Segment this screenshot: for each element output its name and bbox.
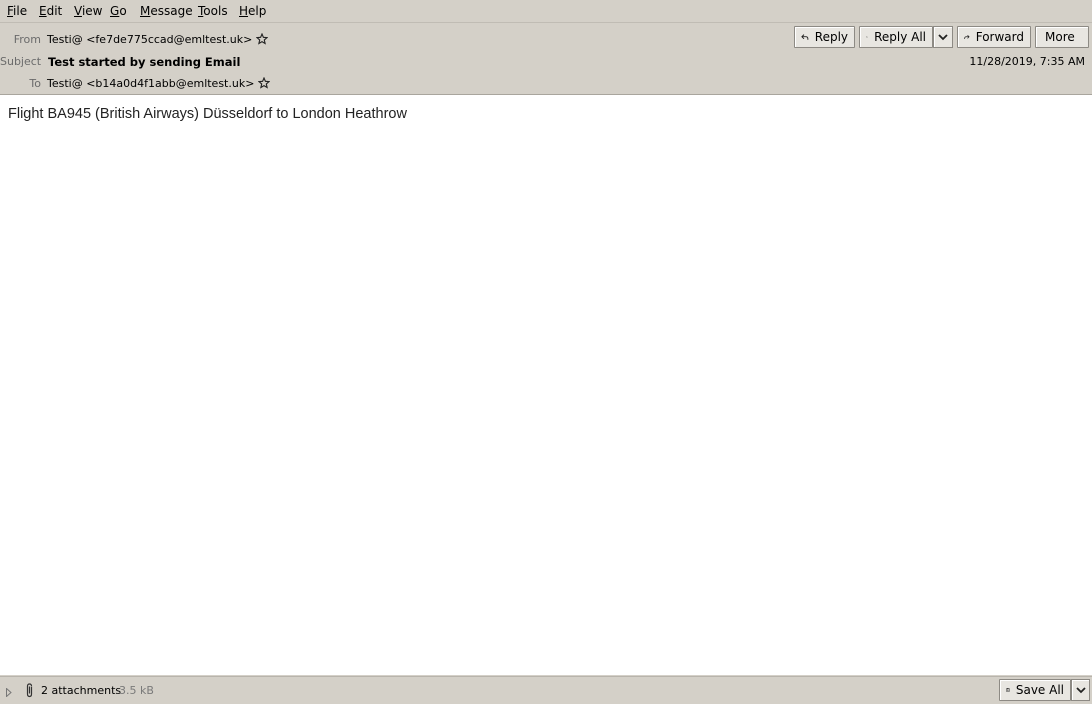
menu-go[interactable]: Go [110,4,127,18]
to-label: To [0,77,41,91]
menu-help[interactable]: Help [239,4,266,18]
message-body: Flight BA945 (British Airways) Düsseldor… [0,95,1092,675]
to-value[interactable]: Testi@ <b14a0d4f1abb@emltest.uk> [47,77,254,90]
menu-message[interactable]: Message [140,4,193,18]
chevron-down-icon [938,34,948,41]
forward-label: Forward [976,27,1024,47]
reply-label: Reply [815,27,848,47]
attachment-bar: 2 attachments 3.5 kB Save All [0,676,1092,704]
reply-all-button[interactable]: Reply All [859,26,933,48]
chevron-down-icon [1076,687,1086,694]
attachment-size: 3.5 kB [119,684,154,698]
from-field[interactable]: Testi@ <fe7de775ccad@emltest.uk> [47,33,268,49]
forward-button[interactable]: Forward [957,26,1031,48]
menu-edit[interactable]: Edit [39,4,62,18]
menu-tools[interactable]: Tools [198,4,228,18]
save-all-dropdown[interactable] [1071,679,1090,701]
attachment-count[interactable]: 2 attachments [41,684,121,698]
from-value[interactable]: Testi@ <fe7de775ccad@emltest.uk> [47,33,252,46]
save-all-button[interactable]: Save All [999,679,1071,701]
reply-all-icon [866,31,868,43]
forward-icon [964,31,970,43]
message-date: 11/28/2019, 7:35 AM [969,55,1085,69]
star-icon[interactable] [258,77,270,93]
reply-all-label: Reply All [874,27,926,47]
save-all-label: Save All [1016,680,1064,700]
reply-icon [801,31,809,43]
menu-file[interactable]: File [7,4,27,18]
message-header: From Testi@ <fe7de775ccad@emltest.uk> Su… [0,23,1092,95]
save-icon [1006,684,1010,696]
subject-value: Test started by sending Email [48,55,240,69]
reply-all-dropdown[interactable] [933,26,953,48]
more-button[interactable]: More [1035,26,1089,48]
menu-bar: File Edit View Go Message Tools Help [0,0,1092,23]
subject-label: Subject [0,55,41,69]
paperclip-icon [25,683,35,701]
star-icon[interactable] [256,33,268,49]
message-body-text: Flight BA945 (British Airways) Düsseldor… [8,105,407,123]
from-label: From [0,33,41,47]
disclosure-triangle-icon[interactable] [6,686,12,700]
menu-view[interactable]: View [74,4,102,18]
more-label: More [1045,27,1075,47]
reply-button[interactable]: Reply [794,26,855,48]
to-field[interactable]: Testi@ <b14a0d4f1abb@emltest.uk> [47,77,270,93]
